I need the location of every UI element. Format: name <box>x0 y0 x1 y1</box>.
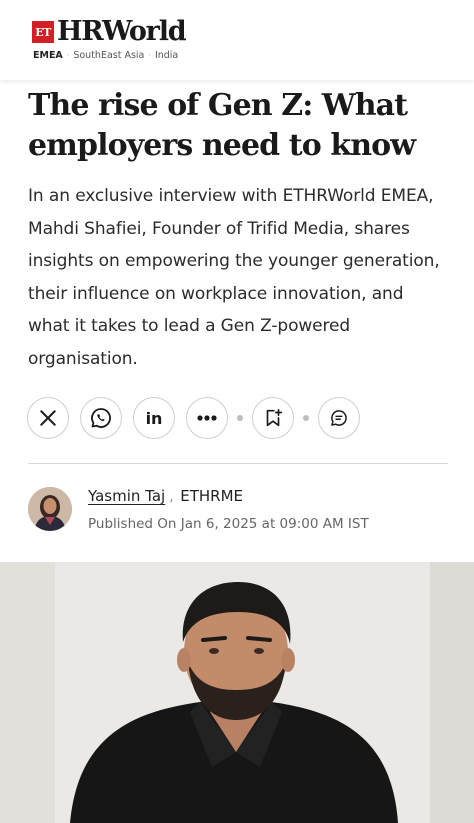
author-avatar[interactable] <box>28 487 72 531</box>
share-whatsapp-button[interactable] <box>80 397 122 439</box>
share-more-button[interactable] <box>186 397 228 439</box>
publish-date: Published On Jan 6, 2025 at 09:00 AM IST <box>88 516 369 532</box>
whatsapp-icon <box>91 408 111 428</box>
article-hero-image <box>0 562 474 823</box>
bookmark-add-icon <box>266 408 283 427</box>
region-separator: · <box>148 51 151 60</box>
region-india[interactable]: India <box>155 50 178 61</box>
article-summary: In an exclusive interview with ETHRWorld… <box>28 186 440 369</box>
author-portrait-image <box>28 487 72 531</box>
region-separator: · <box>66 51 70 60</box>
x-icon <box>40 410 56 426</box>
share-separator <box>303 415 309 421</box>
author-name-link[interactable]: Yasmin Taj <box>88 487 165 505</box>
comment-icon <box>331 410 347 426</box>
author-line: Yasmin Taj , ETHRME <box>88 487 243 505</box>
region-switcher: EMEA · SouthEast Asia · India <box>33 50 178 61</box>
hero-portrait-photo <box>0 562 474 823</box>
share-bar: in <box>27 397 360 439</box>
share-linkedin-button[interactable]: in <box>133 397 175 439</box>
et-logo-mark: ET <box>32 21 54 43</box>
article-title: The rise of Gen Z: What employers need t… <box>28 88 416 163</box>
comment-button[interactable] <box>318 397 360 439</box>
brand-name: HRWorld <box>57 16 187 47</box>
linkedin-icon: in <box>145 408 163 428</box>
site-header: ET HRWorld EMEA · SouthEast Asia · India <box>0 0 474 80</box>
bookmark-button[interactable] <box>252 397 294 439</box>
region-southeast-asia[interactable]: SouthEast Asia <box>73 50 144 61</box>
share-separator <box>237 415 243 421</box>
share-x-button[interactable] <box>27 397 69 439</box>
hrworld-logo[interactable]: ET HRWorld <box>32 16 187 47</box>
author-separator: , <box>165 490 174 505</box>
region-emea[interactable]: EMEA <box>33 50 63 61</box>
author-org: ETHRME <box>180 487 244 505</box>
more-icon <box>197 415 217 421</box>
section-divider <box>28 463 448 464</box>
